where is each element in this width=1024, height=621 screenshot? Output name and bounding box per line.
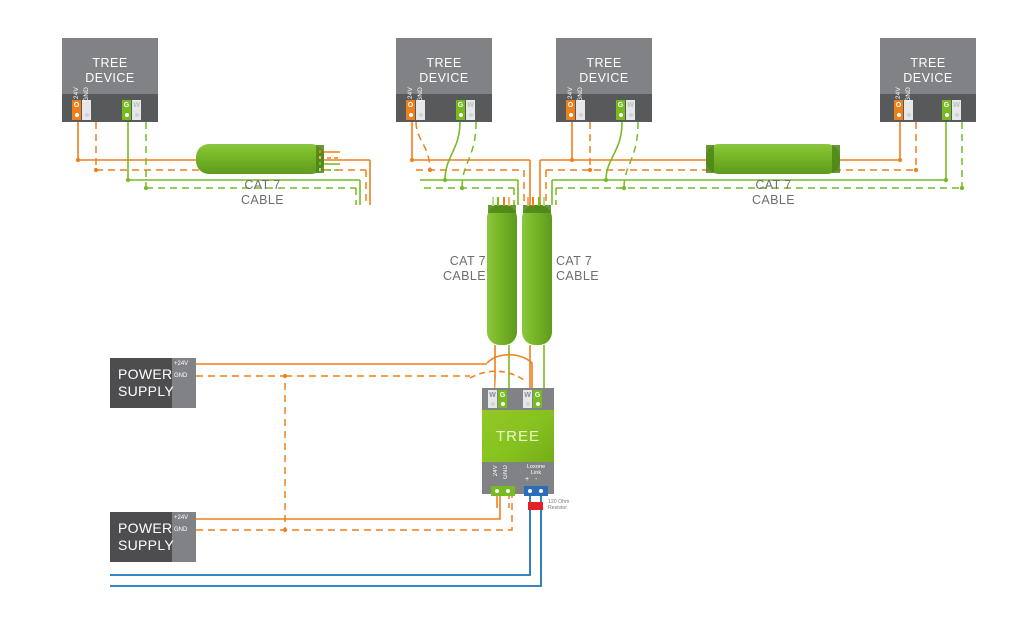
tree-unit-label-24v: 24V <box>493 465 499 477</box>
tree-terminal-1-w: W <box>489 392 496 399</box>
tree-device-2-label-24v: 24V <box>407 87 414 100</box>
tree-terminal-1-g: G <box>499 392 506 399</box>
cat7-cable-left <box>196 144 324 174</box>
cat7-cable-right <box>706 144 840 174</box>
tree-unit-label-gnd: GND <box>503 465 509 479</box>
tree-unit-link-polarity: + - <box>525 476 540 483</box>
resistor-120-ohm <box>528 502 543 510</box>
tree-device-2[interactable]: TREE DEVICE O 24V GND G W <box>396 38 492 122</box>
cat7-cable-center-left-label: CAT 7 CABLE <box>443 254 486 283</box>
tree-unit-label-loxone-link: Loxone Link <box>526 464 546 477</box>
tree-device-1-pin-g: G <box>123 102 130 109</box>
power-supply-2-terminal-24v: +24V <box>174 515 189 521</box>
power-supply-2[interactable]: POWER SUPPLY +24V GND <box>110 512 196 562</box>
power-supply-1[interactable]: POWER SUPPLY +24V GND <box>110 358 196 408</box>
wire-power-supply-1 <box>196 363 487 530</box>
tree-device-3-title: TREE DEVICE <box>579 56 629 85</box>
cat7-cable-left-label: CAT 7 CABLE <box>241 178 284 207</box>
tree-terminal-2-w: W <box>524 392 531 399</box>
tree-device-1-label-gnd: GND <box>83 87 90 103</box>
tree-terminal-2-g: G <box>534 392 541 399</box>
cat7-cable-center-right <box>522 197 552 345</box>
power-supply-1-terminal-24v: +24V <box>174 361 189 367</box>
wire-vertical-feed-right2 <box>539 160 557 205</box>
tree-device-1-label-24v: 24V <box>73 87 80 100</box>
tree-device-1-pin-o: O <box>73 102 80 109</box>
tree-device-4-label-24v: 24V <box>895 87 902 100</box>
tree-device-4[interactable]: TREE DEVICE O 24V GND G W <box>880 38 976 122</box>
power-supply-2-title: POWER SUPPLY <box>118 520 175 553</box>
tree-device-3-pin-w: W <box>627 102 634 109</box>
tree-device-2-pin-o: O <box>407 102 414 109</box>
wire-tree-top-connections <box>494 344 545 393</box>
tree-device-2-label-gnd: GND <box>417 87 424 103</box>
tree-device-4-pin-o: O <box>895 102 902 109</box>
wire-vertical-feed-left <box>355 160 371 205</box>
tree-device-3-label-24v: 24V <box>567 87 574 100</box>
tree-device-2-pin-g: G <box>457 102 464 109</box>
tree-device-4-label-gnd: GND <box>905 87 912 103</box>
tree-device-3[interactable]: TREE DEVICE O 24V GND G W <box>556 38 652 122</box>
power-supply-1-terminal-gnd: GND <box>174 373 188 379</box>
tree-device-1-title: TREE DEVICE <box>85 56 135 85</box>
diagram-canvas: TREE DEVICE O 24V GND G W TREE DEVICE O … <box>0 0 1024 621</box>
cat7-cable-center-left <box>487 197 517 345</box>
tree-device-2-title: TREE DEVICE <box>419 56 469 85</box>
tree-device-1[interactable]: TREE DEVICE O 24V GND G W <box>62 38 158 122</box>
wire-power-supply-2 <box>196 494 513 533</box>
tree-device-2-pin-w: W <box>467 102 474 109</box>
tree-device-4-pin-w: W <box>953 102 960 109</box>
tree-device-1-pin-w: W <box>133 102 140 109</box>
power-supply-2-terminal-gnd: GND <box>174 527 188 533</box>
power-supply-1-title: POWER SUPPLY <box>118 366 175 399</box>
wire-tree-power-leads <box>496 494 510 508</box>
tree-extension-unit[interactable]: W G W G TREE 24V GND Loxone Link + - <box>482 388 554 496</box>
cat7-cable-center-right-label: CAT 7 CABLE <box>556 254 599 283</box>
tree-device-4-title: TREE DEVICE <box>903 56 953 85</box>
tree-device-3-label-gnd: GND <box>577 87 584 103</box>
tree-unit-title: TREE <box>495 428 540 445</box>
cat7-cable-right-label: CAT 7 CABLE <box>752 178 795 207</box>
tree-device-3-pin-g: G <box>617 102 624 109</box>
tree-device-3-pin-o: O <box>567 102 574 109</box>
resistor-label: 120 Ohm Resistor <box>548 499 570 512</box>
tree-device-4-pin-g: G <box>943 102 950 109</box>
